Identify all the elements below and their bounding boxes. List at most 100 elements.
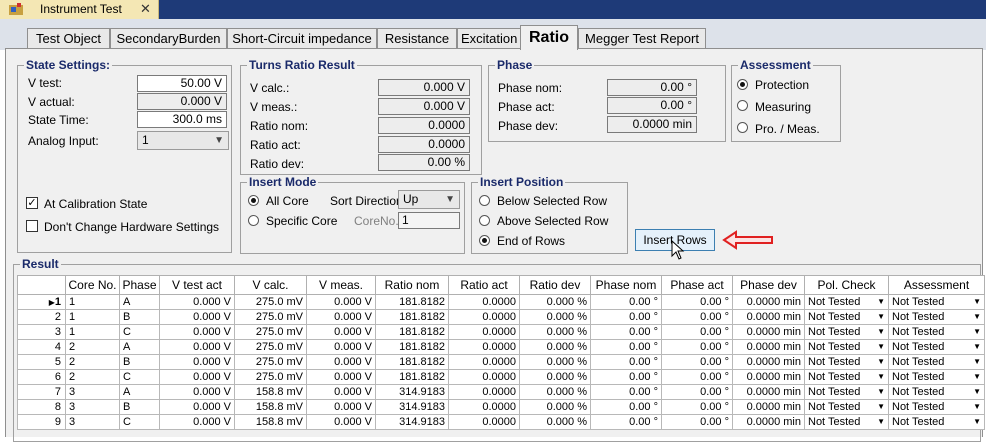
cell-value: 0.000 % (546, 325, 587, 338)
column-header[interactable]: Ratio dev (519, 275, 591, 295)
cell-value: 2 (69, 340, 76, 353)
cell-assess[interactable]: Not Tested ▼ (888, 384, 985, 400)
state-time-input[interactable]: 300.0 ms (137, 111, 227, 128)
row-number[interactable]: 9 (17, 414, 66, 430)
cell-pact: 0.00 ° (661, 414, 733, 430)
cell-assess[interactable]: Not Tested ▼ (888, 324, 985, 340)
cell-pol[interactable]: Not Tested ▼ (804, 339, 889, 355)
protection-radio[interactable] (737, 79, 748, 90)
cell-value: 158.8 mV (255, 385, 303, 398)
v-calc-value: 0.000 V (378, 79, 470, 96)
tab-ratio[interactable]: Ratio (520, 25, 578, 50)
cell-value: 0.000 V (193, 385, 231, 398)
row-number[interactable]: 6 (17, 369, 66, 385)
row-number[interactable]: 3 (17, 324, 66, 340)
end-of-rows-radio[interactable] (479, 235, 490, 246)
table-row[interactable]: 6 2 C 0.000 V 275.0 mV 0.000 V 181.8182 0.0000 0… (17, 369, 985, 385)
cell-pact: 0.00 ° (661, 354, 733, 370)
chevron-down-icon: ▼ (877, 372, 885, 381)
cell-value: 314.9183 (399, 385, 445, 398)
row-number[interactable]: 2 (17, 309, 66, 325)
cell-value: 0.000 V (334, 355, 372, 368)
column-header[interactable]: Phase nom (590, 275, 662, 295)
cell-pol[interactable]: Not Tested ▼ (804, 294, 889, 310)
tab-excitation[interactable]: Excitation (457, 28, 527, 48)
analog-input-select[interactable]: 1 ▼ (137, 131, 229, 150)
tab-test-object[interactable]: Test Object (27, 28, 110, 48)
cell-assess[interactable]: Not Tested ▼ (888, 294, 985, 310)
cell-assess[interactable]: Not Tested ▼ (888, 309, 985, 325)
column-header[interactable]: V calc. (234, 275, 307, 295)
cell-value: 0.00 ° (700, 370, 729, 383)
pro-meas-radio[interactable] (737, 122, 748, 133)
core-no-input[interactable]: 1 (398, 212, 460, 229)
document-tab[interactable]: Instrument Test ✕ (0, 0, 159, 19)
close-icon[interactable]: ✕ (140, 1, 151, 17)
sort-direction-select[interactable]: Up ▼ (398, 190, 460, 209)
cell-vcalc: 275.0 mV (234, 339, 307, 355)
cell-value: Not Tested (808, 400, 861, 413)
row-number[interactable]: 8 (17, 399, 66, 415)
cell-assess[interactable]: Not Tested ▼ (888, 414, 985, 430)
cell-pdev: 0.0000 min (732, 294, 805, 310)
cell-value: 0.00 ° (629, 325, 658, 338)
cell-value: A (123, 295, 131, 308)
table-row[interactable]: 5 2 B 0.000 V 275.0 mV 0.000 V 181.8182 0.0000 0… (17, 354, 985, 370)
above-selected-row-radio[interactable] (479, 215, 490, 226)
column-header[interactable]: Assessment (888, 275, 985, 295)
cell-pol[interactable]: Not Tested ▼ (804, 309, 889, 325)
column-header[interactable]: Ratio nom (375, 275, 449, 295)
cell-value: 0.000 % (546, 310, 587, 323)
column-header[interactable]: Phase (119, 275, 160, 295)
cell-rdev: 0.000 % (519, 309, 591, 325)
table-row[interactable]: 4 2 A 0.000 V 275.0 mV 0.000 V 181.8182 0.0000 0… (17, 339, 985, 355)
measuring-radio[interactable] (737, 100, 748, 111)
column-header[interactable]: Phase act (661, 275, 733, 295)
row-number[interactable]: 7 (17, 384, 66, 400)
cell-pol[interactable]: Not Tested ▼ (804, 369, 889, 385)
row-number[interactable]: 5 (17, 354, 66, 370)
cell-value: 0.000 % (546, 295, 587, 308)
table-row[interactable]: ▶1 1 A 0.000 V 275.0 mV 0.000 V 181.8182 0.0000… (17, 294, 985, 310)
row-number[interactable]: 4 (17, 339, 66, 355)
cell-pol[interactable]: Not Tested ▼ (804, 354, 889, 370)
tab-secondary-burden[interactable]: SecondaryBurden (110, 28, 227, 48)
column-header[interactable]: V test act (159, 275, 235, 295)
cell-pol[interactable]: Not Tested ▼ (804, 324, 889, 340)
cell-pol[interactable]: Not Tested ▼ (804, 384, 889, 400)
cell-assess[interactable]: Not Tested ▼ (888, 369, 985, 385)
table-row[interactable]: 3 1 C 0.000 V 275.0 mV 0.000 V 181.8182 0.0000 0… (17, 324, 985, 340)
cell-value: Not Tested (808, 340, 861, 353)
below-selected-row-radio[interactable] (479, 195, 490, 206)
cell-pol[interactable]: Not Tested ▼ (804, 399, 889, 415)
column-header[interactable]: Core No. (65, 275, 120, 295)
all-core-radio[interactable] (248, 195, 259, 206)
at-calibration-checkbox[interactable]: ✓ (26, 197, 38, 209)
cell-assess[interactable]: Not Tested ▼ (888, 399, 985, 415)
v-test-input[interactable]: 50.00 V (137, 75, 227, 92)
table-row[interactable]: 8 3 B 0.000 V 158.8 mV 0.000 V 314.9183 0.0000 0… (17, 399, 985, 415)
cell-assess[interactable]: Not Tested ▼ (888, 339, 985, 355)
column-header[interactable]: V meas. (306, 275, 376, 295)
row-number[interactable]: ▶1 (17, 294, 66, 310)
column-header[interactable]: Phase dev (732, 275, 805, 295)
column-header[interactable]: Pol. Check (804, 275, 889, 295)
tab-megger-test-report[interactable]: Megger Test Report (578, 28, 706, 48)
cell-vcalc: 275.0 mV (234, 354, 307, 370)
chevron-down-icon: ▼ (973, 327, 981, 336)
column-header[interactable]: Ratio act (448, 275, 520, 295)
tab-short-circuit-impedance[interactable]: Short-Circuit impedance (227, 28, 377, 48)
cell-value: Not Tested (808, 310, 861, 323)
cell-vtest: 0.000 V (159, 414, 235, 430)
ratio-nom-label: Ratio nom: (250, 119, 309, 133)
cell-assess[interactable]: Not Tested ▼ (888, 354, 985, 370)
specific-core-radio[interactable] (248, 215, 259, 226)
dont-change-checkbox[interactable] (26, 220, 38, 232)
table-row[interactable]: 2 1 B 0.000 V 275.0 mV 0.000 V 181.8182 0.0000 0… (17, 309, 985, 325)
cell-pol[interactable]: Not Tested ▼ (804, 414, 889, 430)
tab-resistance[interactable]: Resistance (377, 28, 457, 48)
table-row[interactable]: 9 3 C 0.000 V 158.8 mV 0.000 V 314.9183 0.0000 0… (17, 414, 985, 430)
result-body: ▶1 1 A 0.000 V 275.0 mV 0.000 V 181.8182 0.0000… (17, 294, 985, 430)
table-row[interactable]: 7 3 A 0.000 V 158.8 mV 0.000 V 314.9183 0.0000 0… (17, 384, 985, 400)
cell-value: 314.9183 (399, 415, 445, 428)
